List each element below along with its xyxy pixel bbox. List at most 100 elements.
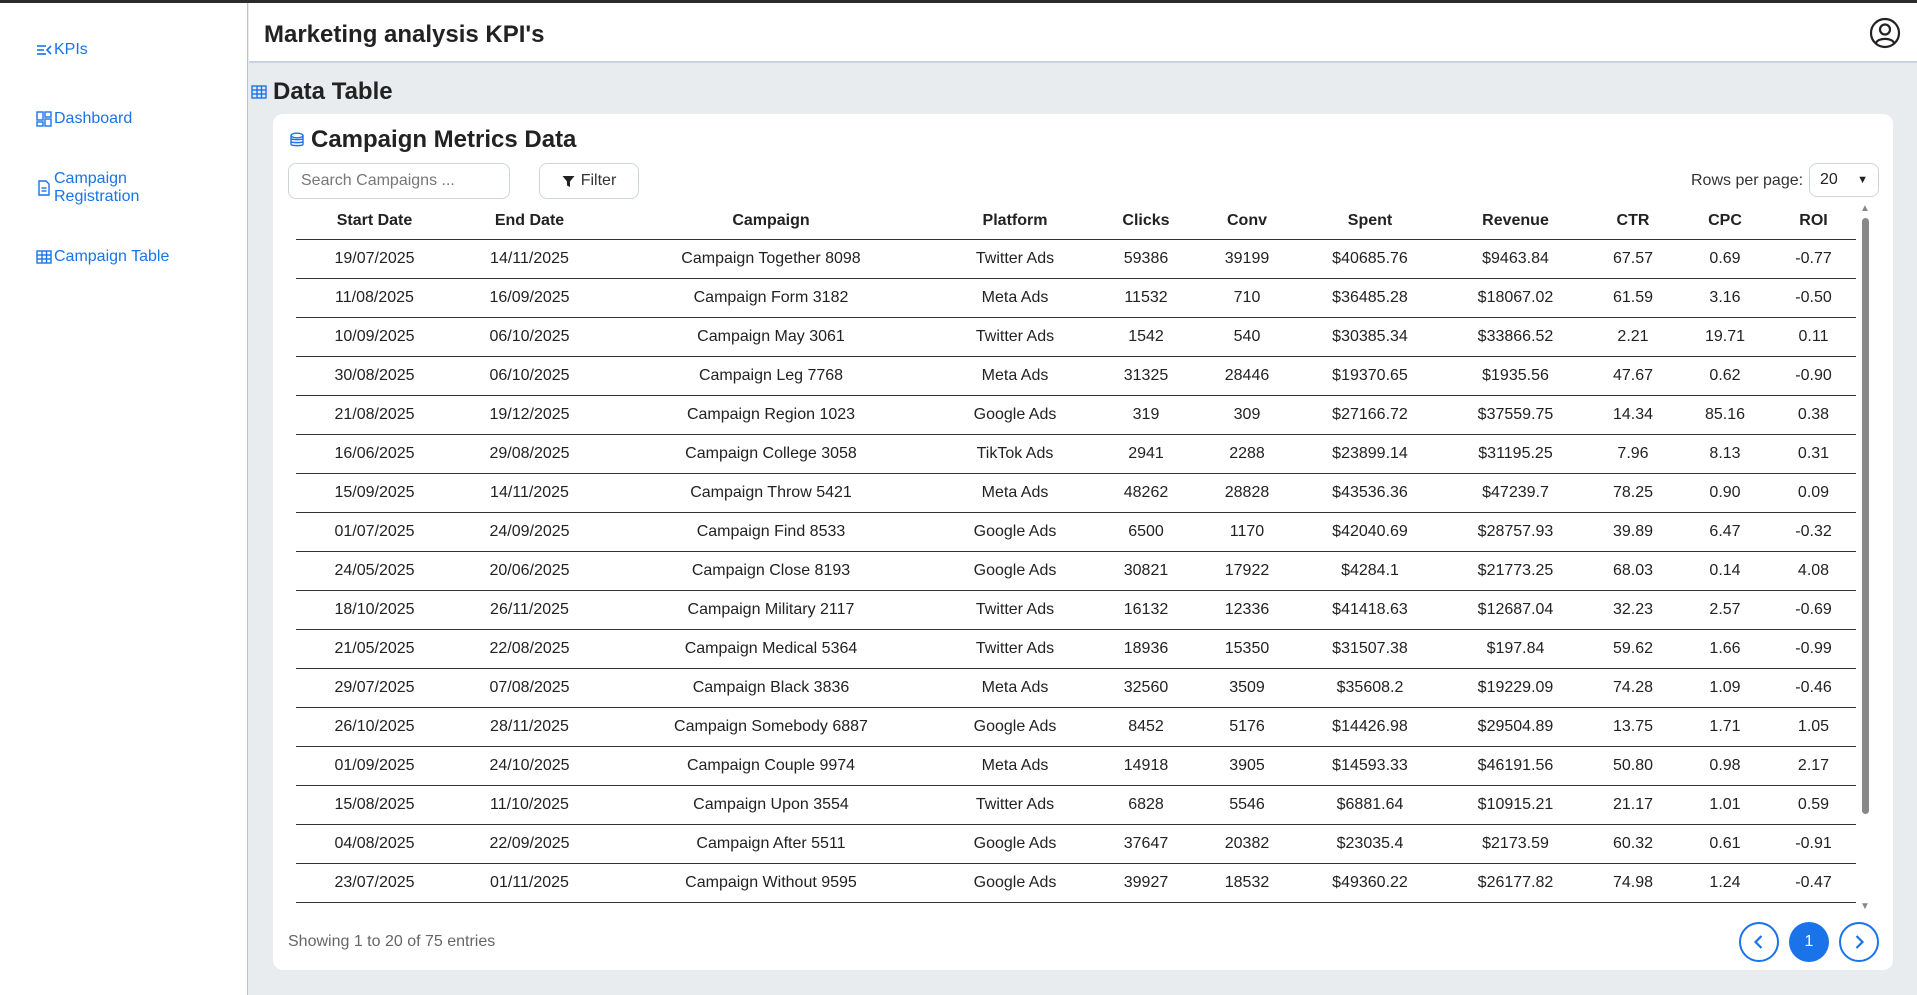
sidebar-item-dashboard[interactable]: Dashboard xyxy=(36,110,132,128)
chevron-down-icon: ▼ xyxy=(1857,174,1868,186)
table-cell: $19370.65 xyxy=(1296,356,1444,396)
table-row[interactable]: 15/09/2025 14/11/2025 Campaign Throw 5421 M… xyxy=(296,473,1856,513)
table-cell: 319 xyxy=(1094,395,1198,435)
table-cell: Twitter Ads xyxy=(936,239,1094,279)
table-row[interactable]: 10/09/2025 06/10/2025 Campaign May 3061 Twi… xyxy=(296,317,1856,357)
table-cell: Twitter Ads xyxy=(936,629,1094,669)
vertical-scrollbar[interactable]: ▲ ▼ xyxy=(1859,204,1871,912)
column-header[interactable]: Platform xyxy=(936,204,1094,240)
table-cell: $9463.84 xyxy=(1444,239,1587,279)
table-cell: 15350 xyxy=(1198,629,1296,669)
table-cell: 19/12/2025 xyxy=(453,395,606,435)
table-cell: 1.05 xyxy=(1771,707,1856,747)
column-header[interactable]: Revenue xyxy=(1444,204,1587,240)
table-row[interactable]: 01/07/2025 24/09/2025 Campaign Find 8533 Go… xyxy=(296,512,1856,552)
table-row[interactable]: 21/08/2025 19/12/2025 Campaign Region 1023… xyxy=(296,395,1856,435)
column-header[interactable]: CTR xyxy=(1587,204,1679,240)
column-header[interactable]: ROI xyxy=(1771,204,1856,240)
table-cell: 12336 xyxy=(1198,590,1296,630)
table-cell: 18936 xyxy=(1094,629,1198,669)
table-row[interactable]: 30/08/2025 06/10/2025 Campaign Leg 7768 Met… xyxy=(296,356,1856,396)
table-cell: $1935.56 xyxy=(1444,356,1587,396)
sidebar-item-kpis[interactable]: KPIs xyxy=(36,41,88,59)
table-cell: Google Ads xyxy=(936,707,1094,747)
table-cell: 78.25 xyxy=(1587,473,1679,513)
page-title: Marketing analysis KPI's xyxy=(264,21,545,48)
table-cell: Meta Ads xyxy=(936,668,1094,708)
filter-button[interactable]: Filter xyxy=(539,163,639,199)
table-cell: $2173.59 xyxy=(1444,824,1587,864)
column-header[interactable]: Clicks xyxy=(1094,204,1198,240)
table-cell: 16/06/2025 xyxy=(296,434,453,474)
table-cell: $23035.4 xyxy=(1296,824,1444,864)
table-cell: $42040.69 xyxy=(1296,512,1444,552)
table-row[interactable]: 24/05/2025 20/06/2025 Campaign Close 8193 G… xyxy=(296,551,1856,591)
table-cell: Campaign Somebody 6887 xyxy=(606,707,936,747)
table-cell: 1542 xyxy=(1094,317,1198,357)
page-1-button[interactable]: 1 xyxy=(1789,922,1829,962)
table-cell: Campaign Close 8193 xyxy=(606,551,936,591)
table-icon xyxy=(251,84,267,100)
table-cell: 6828 xyxy=(1094,785,1198,825)
table-cell: -0.91 xyxy=(1771,824,1856,864)
table-cell: Google Ads xyxy=(936,512,1094,552)
table-cell: 0.98 xyxy=(1679,746,1771,786)
chevron-left-icon xyxy=(1750,933,1768,951)
table-cell: 5546 xyxy=(1198,785,1296,825)
sidebar-item-campaign-registration[interactable]: Campaign Registration xyxy=(36,170,139,206)
scroll-down-arrow-icon[interactable]: ▼ xyxy=(1860,902,1870,912)
table-row[interactable]: 04/08/2025 22/09/2025 Campaign After 5511 G… xyxy=(296,824,1856,864)
scrollbar-thumb[interactable] xyxy=(1862,218,1869,814)
table-cell: -0.32 xyxy=(1771,512,1856,552)
table-cell: 68.03 xyxy=(1587,551,1679,591)
user-circle-icon[interactable] xyxy=(1869,17,1901,49)
table-cell: 2.17 xyxy=(1771,746,1856,786)
table-cell: 61.59 xyxy=(1587,278,1679,318)
table-cell: Campaign Military 2117 xyxy=(606,590,936,630)
column-header[interactable]: End Date xyxy=(453,204,606,240)
column-header[interactable]: CPC xyxy=(1679,204,1771,240)
table-cell: Campaign Couple 9974 xyxy=(606,746,936,786)
sidebar-item-label: Campaign Registration xyxy=(54,170,139,206)
table-cell: 28/11/2025 xyxy=(453,707,606,747)
next-page-button[interactable] xyxy=(1839,922,1879,962)
table-cell: 10/09/2025 xyxy=(296,317,453,357)
table-cell: $47239.7 xyxy=(1444,473,1587,513)
table-cell: 14/11/2025 xyxy=(453,473,606,513)
column-header[interactable]: Conv xyxy=(1198,204,1296,240)
table-row[interactable]: 19/07/2025 14/11/2025 Campaign Together 80… xyxy=(296,239,1856,279)
table-cell: -0.69 xyxy=(1771,590,1856,630)
table-cell: $23899.14 xyxy=(1296,434,1444,474)
previous-page-button[interactable] xyxy=(1739,922,1779,962)
table-cell: 39.89 xyxy=(1587,512,1679,552)
table-row[interactable]: 23/07/2025 01/11/2025 Campaign Without 959… xyxy=(296,863,1856,903)
column-header[interactable]: Spent xyxy=(1296,204,1444,240)
table-row[interactable]: 29/07/2025 07/08/2025 Campaign Black 3836 M… xyxy=(296,668,1856,708)
table-cell: $12687.04 xyxy=(1444,590,1587,630)
sidebar-item-campaign-table[interactable]: Campaign Table xyxy=(36,248,169,266)
table-row[interactable]: 18/10/2025 26/11/2025 Campaign Military 21… xyxy=(296,590,1856,630)
table-cell: Google Ads xyxy=(936,863,1094,903)
table-cell: 29/07/2025 xyxy=(296,668,453,708)
rows-per-page-select[interactable]: 20 ▼ xyxy=(1809,163,1879,197)
table-cell: 31325 xyxy=(1094,356,1198,396)
table-row[interactable]: 15/08/2025 11/10/2025 Campaign Upon 3554 Tw… xyxy=(296,785,1856,825)
table-row[interactable]: 11/08/2025 16/09/2025 Campaign Form 3182 Me… xyxy=(296,278,1856,318)
table-row[interactable]: 26/10/2025 28/11/2025 Campaign Somebody 68… xyxy=(296,707,1856,747)
scroll-up-arrow-icon[interactable]: ▲ xyxy=(1860,204,1870,214)
table-container[interactable]: Start Date End Date Campaign Platform Clicks… xyxy=(296,204,1856,912)
table-cell: Google Ads xyxy=(936,551,1094,591)
rows-per-page-value: 20 xyxy=(1820,171,1838,188)
table-cell: Google Ads xyxy=(936,824,1094,864)
table-cell: Campaign Throw 5421 xyxy=(606,473,936,513)
search-input[interactable] xyxy=(288,163,510,199)
filter-icon xyxy=(562,175,575,188)
table-cell: $29504.89 xyxy=(1444,707,1587,747)
table-row[interactable]: 01/09/2025 24/10/2025 Campaign Couple 9974… xyxy=(296,746,1856,786)
table-row[interactable]: 16/06/2025 29/08/2025 Campaign College 305… xyxy=(296,434,1856,474)
table-cell: 06/10/2025 xyxy=(453,317,606,357)
column-header[interactable]: Start Date xyxy=(296,204,453,240)
table-cell: 30/08/2025 xyxy=(296,356,453,396)
column-header[interactable]: Campaign xyxy=(606,204,936,240)
table-row[interactable]: 21/05/2025 22/08/2025 Campaign Medical 536… xyxy=(296,629,1856,669)
